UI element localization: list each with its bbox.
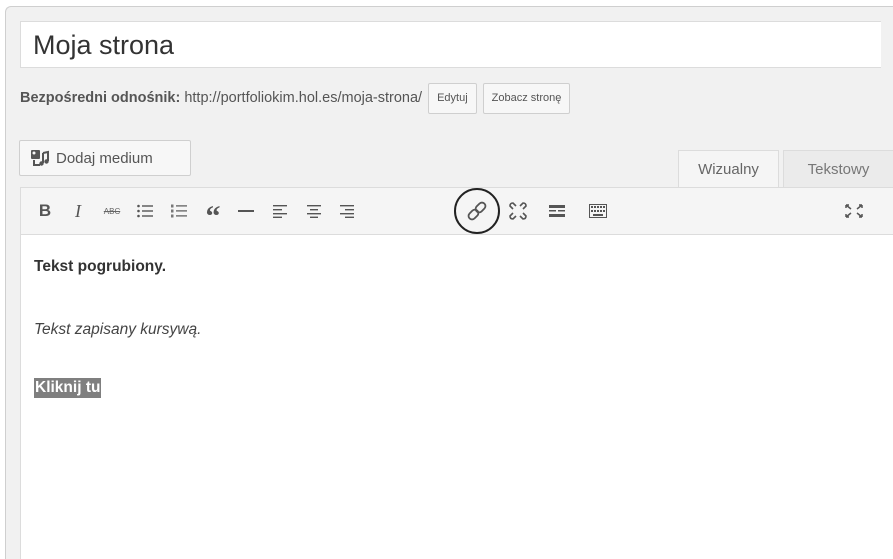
bold-icon: B xyxy=(38,201,52,220)
permalink-label: Bezpośredni odnośnik: xyxy=(20,90,181,106)
selected-text[interactable]: Kliknij tu xyxy=(34,378,102,398)
permalink-bar: Bezpośredni odnośnik: http://portfolioki… xyxy=(20,82,571,114)
insert-link-button[interactable] xyxy=(452,188,502,234)
align-center-icon xyxy=(307,205,321,218)
editor-content-area[interactable]: Tekst pogrubiony. Tekst zapisany kursywą… xyxy=(20,235,893,559)
horizontal-line-button[interactable] xyxy=(231,188,261,234)
italic-icon: I xyxy=(75,200,81,221)
bullet-list-button[interactable] xyxy=(130,188,160,234)
strikethrough-button[interactable]: ABC xyxy=(97,188,127,234)
edit-permalink-button[interactable]: Edytuj xyxy=(428,82,477,114)
align-left-button[interactable] xyxy=(265,188,295,234)
read-more-button[interactable] xyxy=(542,188,572,234)
unlink-icon xyxy=(509,202,527,220)
toolbar-toggle-button[interactable] xyxy=(583,188,613,234)
keyboard-icon xyxy=(589,204,607,218)
tab-visual[interactable]: Wizualny xyxy=(678,150,779,187)
italic-paragraph: Tekst zapisany kursywą. xyxy=(34,321,202,338)
italic-button[interactable]: I xyxy=(63,188,93,234)
align-right-icon xyxy=(340,205,354,218)
view-page-button[interactable]: Zobacz stronę xyxy=(482,82,571,114)
fullscreen-button[interactable] xyxy=(839,188,869,234)
numbered-list-button[interactable] xyxy=(164,188,194,234)
tab-text[interactable]: Tekstowy xyxy=(783,150,893,187)
add-media-label: Dodaj medium xyxy=(56,149,153,167)
bold-paragraph: Tekst pogrubiony. xyxy=(34,258,167,275)
link-icon xyxy=(454,188,500,234)
horizontal-line-icon xyxy=(238,210,254,212)
remove-link-button[interactable] xyxy=(503,188,533,234)
fullscreen-icon xyxy=(845,204,863,218)
post-title-input[interactable]: Moja strona xyxy=(20,21,881,68)
editor-toolbar: B I ABC “ xyxy=(20,187,893,235)
bullet-list-icon xyxy=(137,204,153,218)
blockquote-icon: “ xyxy=(205,200,221,233)
align-right-button[interactable] xyxy=(332,188,362,234)
strikethrough-icon: ABC xyxy=(103,206,121,216)
permalink-url[interactable]: http://portfoliokim.hol.es/moja-strona/ xyxy=(184,90,422,106)
add-media-button[interactable]: Dodaj medium xyxy=(19,140,191,176)
align-center-button[interactable] xyxy=(299,188,329,234)
read-more-icon xyxy=(549,205,565,217)
align-left-icon xyxy=(273,205,287,218)
bold-button[interactable]: B xyxy=(30,188,60,234)
numbered-list-icon xyxy=(171,204,187,218)
blockquote-button[interactable]: “ xyxy=(198,188,228,234)
add-media-icon xyxy=(30,149,50,167)
